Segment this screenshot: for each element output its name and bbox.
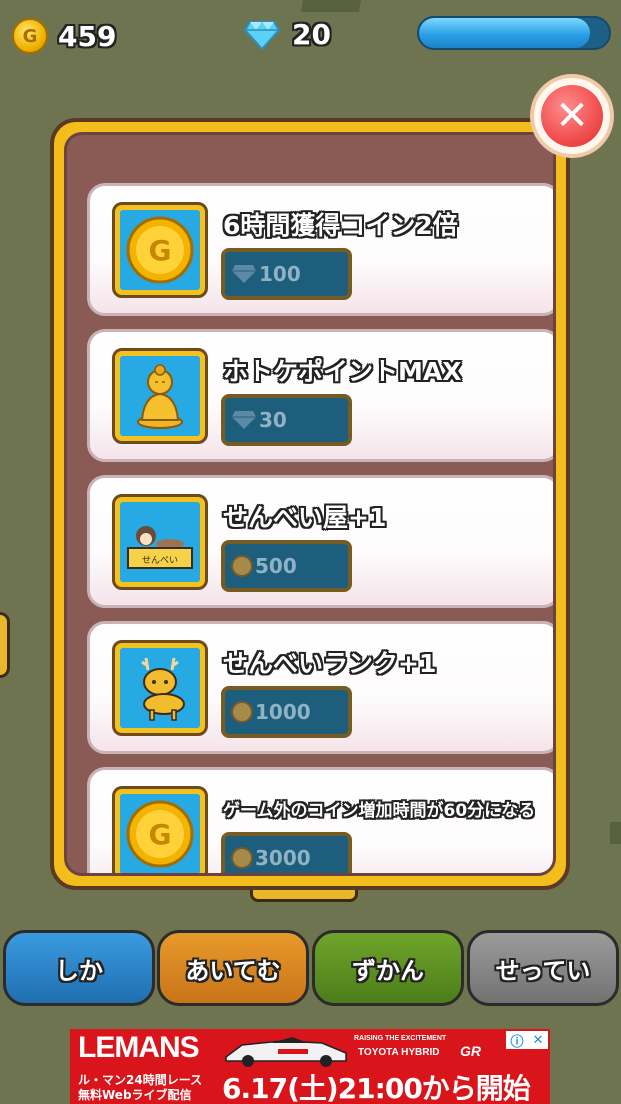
price-value: 30 xyxy=(259,408,287,432)
item-title: 6時間獲得コイン2倍 xyxy=(223,211,458,240)
close-icon: ✕ xyxy=(541,85,603,147)
coin-icon xyxy=(231,847,253,869)
senbei-shop-image: せんべい xyxy=(127,526,193,569)
price-value: 100 xyxy=(259,262,301,286)
price-button[interactable]: 1000 xyxy=(221,686,352,738)
shop-panel-inner: G 6時間獲得コイン2倍 100 ホトケポイントMAX 30 せんべい せんべい… xyxy=(64,132,556,876)
buddha-statue-image xyxy=(137,364,183,429)
item-thumbnail xyxy=(112,348,208,444)
shop-item[interactable]: G 6時間獲得コイン2倍 100 xyxy=(87,183,553,316)
diamond-icon xyxy=(231,409,257,431)
shop-item-list[interactable]: G 6時間獲得コイン2倍 100 ホトケポイントMAX 30 せんべい せんべい… xyxy=(87,183,553,873)
ad-banner[interactable]: LEMANS RAISING THE EXCITEMENT TOYOTA HYB… xyxy=(70,1029,550,1104)
gem-counter: 20 xyxy=(243,18,331,51)
item-thumbnail: G xyxy=(112,202,208,298)
gold-coin-image: G xyxy=(126,800,194,868)
coin-icon: G xyxy=(12,18,48,54)
coin-icon xyxy=(231,555,253,577)
ad-text-line: 無料Webライブ配信 xyxy=(78,1088,192,1102)
tab-settei[interactable]: せってい xyxy=(467,930,619,1006)
item-title: せんべい屋+1 xyxy=(223,503,387,532)
ad-date: 6.17(土)21:00から開始 xyxy=(222,1072,531,1104)
price-button[interactable]: 500 xyxy=(221,540,352,592)
price-button[interactable]: 30 xyxy=(221,394,352,446)
tab-shika[interactable]: しか xyxy=(3,930,155,1006)
item-thumbnail xyxy=(112,640,208,736)
shop-panel: G 6時間獲得コイン2倍 100 ホトケポイントMAX 30 せんべい せんべい… xyxy=(50,118,570,890)
svg-text:G: G xyxy=(149,818,172,851)
background-decoration xyxy=(0,612,10,678)
svg-text:G: G xyxy=(149,234,172,267)
price-button[interactable]: 100 xyxy=(221,248,352,300)
gem-count: 20 xyxy=(292,18,331,51)
ad-tagline: RAISING THE EXCITEMENT xyxy=(354,1035,447,1042)
item-title: せんべいランク+1 xyxy=(223,649,437,678)
coin-count: 459 xyxy=(58,19,117,53)
price-value: 3000 xyxy=(255,846,311,870)
tab-item[interactable]: あいてむ xyxy=(157,930,309,1006)
price-value: 1000 xyxy=(255,700,311,724)
deer-image xyxy=(141,657,185,721)
bottom-tab-bar: しか あいてむ ずかん せってい xyxy=(0,930,621,1008)
diamond-icon xyxy=(243,20,281,50)
background-decoration xyxy=(610,822,621,844)
ad-brand: TOYOTA HYBRID xyxy=(358,1047,440,1058)
tab-zukan[interactable]: ずかん xyxy=(312,930,464,1006)
shop-item[interactable]: せんべい せんべい屋+1 500 xyxy=(87,475,553,608)
item-thumbnail: G xyxy=(112,786,208,873)
coin-counter: G 459 xyxy=(12,18,116,54)
shop-sign-text: せんべい xyxy=(142,555,178,566)
info-icon[interactable]: ⓘ xyxy=(511,1031,524,1050)
shop-item[interactable]: せんべいランク+1 1000 xyxy=(87,621,553,754)
item-title: ホトケポイントMAX xyxy=(223,357,462,386)
ad-close-icon[interactable]: ✕ xyxy=(533,1033,544,1048)
close-button[interactable]: ✕ xyxy=(530,74,614,158)
background-decoration xyxy=(300,0,362,12)
item-thumbnail: せんべい xyxy=(112,494,208,590)
gold-coin-image: G xyxy=(126,216,194,284)
coin-icon xyxy=(231,701,253,723)
price-button[interactable]: 3000 xyxy=(221,832,352,873)
ad-gr-logo: GR xyxy=(460,1043,481,1059)
shop-item[interactable]: ホトケポイントMAX 30 xyxy=(87,329,553,462)
shop-item[interactable]: G ゲーム外のコイン増加時間が60分になる 3000 xyxy=(87,767,553,873)
energy-bar-fill xyxy=(419,18,590,48)
race-car-image xyxy=(225,1037,347,1067)
diamond-icon xyxy=(231,263,257,285)
item-title: ゲーム外のコイン増加時間が60分になる xyxy=(223,801,536,821)
price-value: 500 xyxy=(255,554,297,578)
ad-controls: ⓘ ✕ xyxy=(506,1031,548,1050)
energy-bar xyxy=(417,16,611,50)
ad-logo: LEMANS xyxy=(78,1031,200,1064)
